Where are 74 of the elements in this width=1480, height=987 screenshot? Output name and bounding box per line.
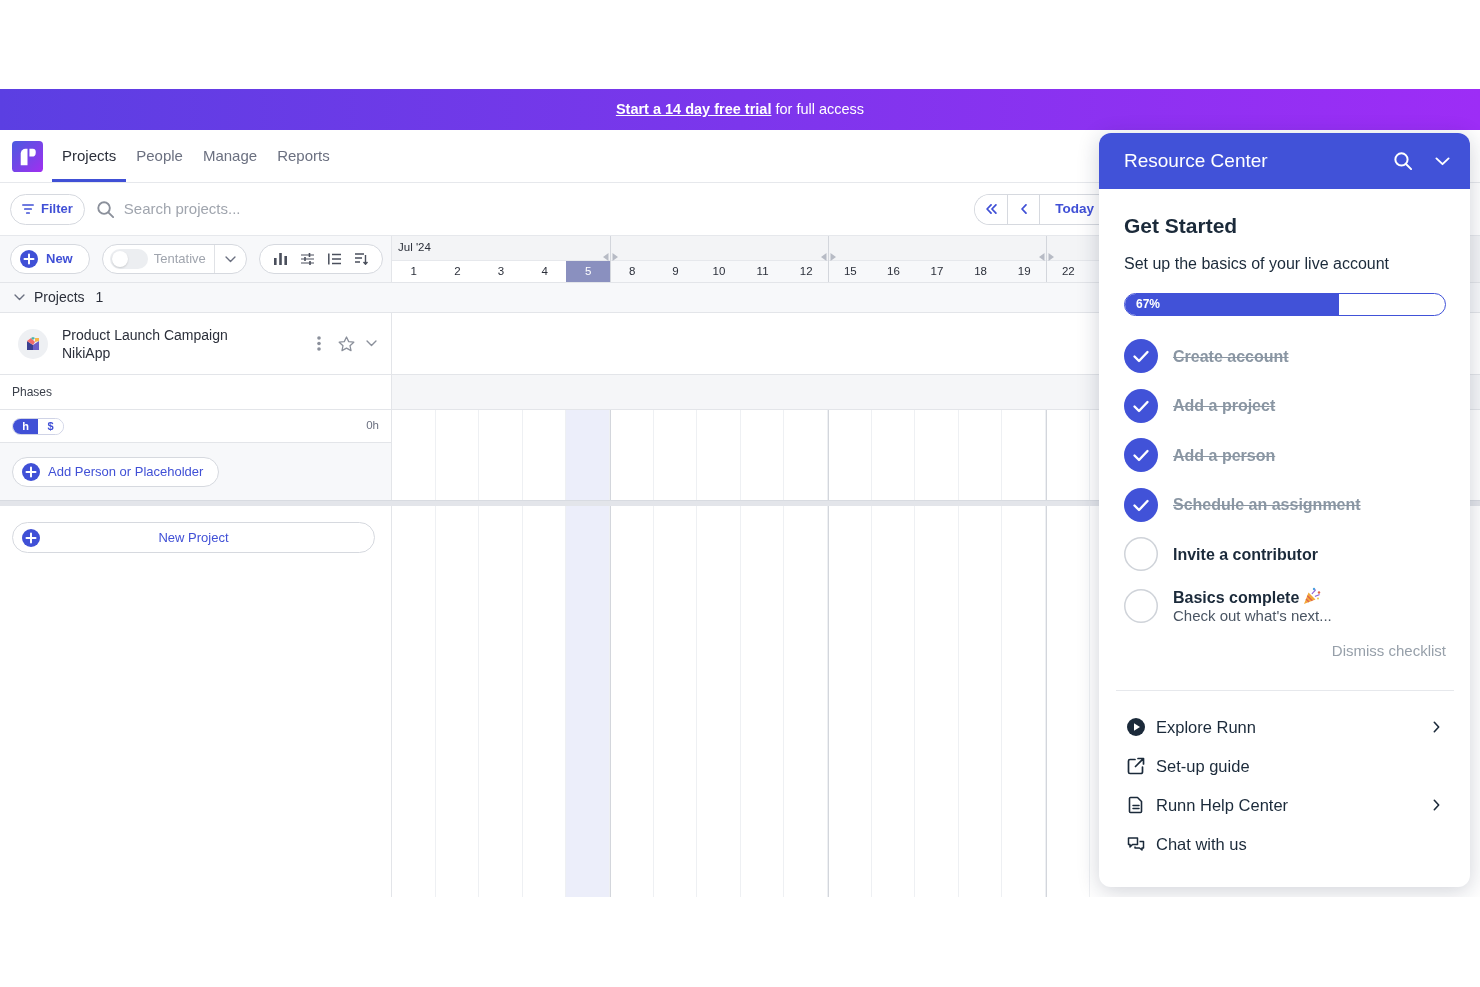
collapse-button[interactable] [1435, 156, 1450, 166]
nav-tab[interactable]: Projects [52, 130, 127, 182]
add-person-button[interactable]: Add Person or Placeholder [12, 456, 220, 487]
nav-tab[interactable]: Reports [267, 130, 340, 182]
new-button[interactable]: New [10, 244, 90, 274]
plus-circle-icon [20, 250, 38, 268]
new-project-button[interactable]: New Project [12, 522, 375, 553]
day-label: 1 [409, 263, 418, 279]
checklist-item[interactable]: Invite a contributor [1124, 537, 1446, 571]
day-label: 10 [711, 263, 727, 279]
filter-button[interactable]: Filter [10, 193, 85, 225]
checklist-heading: Get Started [1124, 213, 1239, 238]
project-name: Product Launch Campaign [62, 325, 228, 344]
search-icon [96, 200, 114, 218]
unit-option[interactable]: h [13, 418, 38, 434]
nav-tab[interactable]: People [126, 130, 193, 182]
checklist-subtitle: Set up the basics of your live account [1124, 254, 1391, 274]
client-logo [18, 328, 48, 359]
total-hours: 0h [366, 418, 379, 434]
double-chevron-left-icon [985, 204, 997, 214]
day-label: 5 [566, 261, 610, 282]
filter-icon [22, 204, 34, 214]
kebab-menu-icon[interactable] [317, 336, 321, 351]
day-label: 3 [496, 263, 506, 279]
search-icon [1394, 152, 1412, 170]
sliders-icon[interactable] [300, 253, 314, 265]
day-label: 22 [1060, 263, 1076, 279]
plus-circle-icon [22, 462, 40, 481]
client-name: NikiApp [62, 343, 112, 362]
checklist-item[interactable]: Basics complete Check out what's next... [1124, 586, 1446, 625]
banner-message: Start a 14 day free trial for full access [615, 99, 865, 119]
day-label: 11 [755, 263, 770, 279]
star-icon[interactable] [338, 335, 355, 352]
resource-link[interactable]: Chat with us [1124, 824, 1446, 864]
panel-title: Resource Center [1124, 148, 1268, 173]
day-label: 9 [671, 263, 680, 279]
day-label: 19 [1016, 263, 1032, 279]
chat-icon [1127, 835, 1145, 853]
trial-link[interactable]: Start a 14 day free trial [615, 100, 772, 117]
day-label: 4 [540, 263, 549, 279]
search-field[interactable]: Search projects... [123, 197, 384, 221]
app-logo [12, 140, 43, 172]
day-label: 16 [886, 263, 901, 279]
bar-chart-icon[interactable] [273, 253, 287, 265]
chevron-left-icon [1020, 204, 1027, 214]
external-link-icon [1127, 757, 1145, 775]
resource-link[interactable]: Set-up guide [1124, 746, 1446, 786]
document-icon [1127, 796, 1145, 814]
day-label: 8 [628, 263, 637, 279]
progress-reading: 67% [1136, 297, 1161, 311]
plus-circle-icon [22, 528, 40, 547]
search-button[interactable] [1394, 152, 1412, 170]
sort-icon[interactable] [354, 253, 368, 265]
chevron-down-icon[interactable] [224, 255, 236, 263]
day-label: 12 [798, 263, 814, 279]
list-icon[interactable] [327, 253, 341, 265]
chevron-down-icon [1435, 156, 1450, 166]
resource-link[interactable]: Runn Help Center [1124, 785, 1446, 825]
tentative-label: Tentative [153, 250, 206, 269]
phases-label: Phases [12, 384, 53, 401]
chevron-down-icon[interactable] [14, 294, 25, 301]
party-popper-icon [1303, 586, 1322, 605]
tentative-switch[interactable] [109, 249, 148, 269]
day-label: 2 [453, 263, 462, 279]
nav-tab[interactable]: Manage [192, 130, 268, 182]
resource-link[interactable]: Explore Runn [1124, 707, 1446, 747]
play-circle-icon [1127, 718, 1145, 736]
day-label: 18 [973, 263, 988, 279]
day-label: 17 [929, 263, 945, 279]
day-label: 15 [842, 263, 858, 279]
group-count: 1 [95, 288, 104, 307]
month-label: Jul '24 [398, 240, 431, 256]
chevron-down-icon[interactable] [366, 340, 377, 347]
group-label: Projects [34, 288, 85, 307]
